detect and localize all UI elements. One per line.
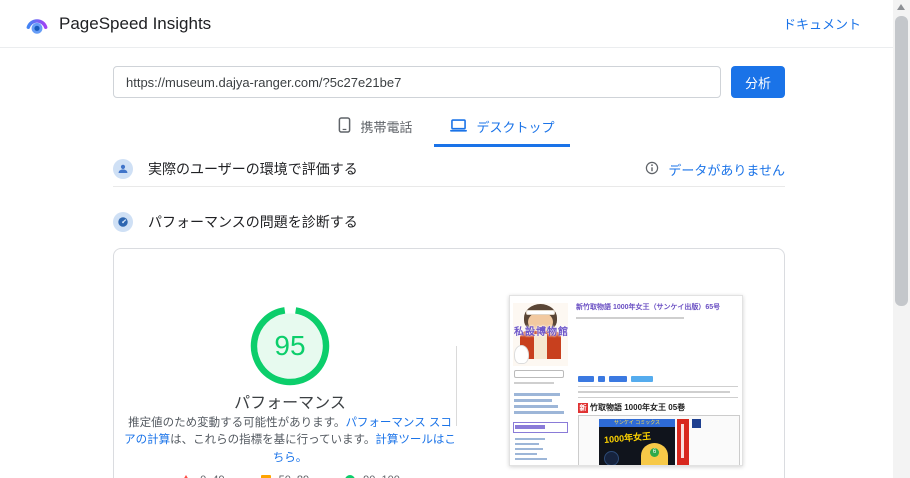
app-title: PageSpeed Insights — [59, 13, 212, 33]
no-data-link[interactable]: データがありません — [645, 160, 785, 179]
legend-good-range: 90–100 — [363, 474, 400, 478]
text-line — [514, 405, 558, 408]
desktop-icon — [449, 118, 468, 136]
real-users-icon — [113, 159, 133, 179]
comic-spine — [677, 419, 689, 465]
text-line — [515, 458, 547, 460]
text-line — [576, 317, 684, 319]
site-logo-text: 私設博物館 — [514, 327, 569, 338]
scroll-up-arrow[interactable] — [897, 4, 905, 10]
text-line — [515, 453, 537, 455]
legend-average: 50–89 — [260, 474, 310, 478]
article-heading-text: 竹取物語 1000年女王 05巻 — [590, 403, 686, 412]
divider-line — [578, 397, 738, 398]
site-search-box — [514, 370, 564, 378]
text-line — [515, 448, 543, 450]
info-icon — [645, 161, 659, 178]
performance-score-value: 95 — [274, 330, 306, 361]
performance-score-column: 95 パフォーマンス 推定値のため変動する可能性があります。パフォーマンス スコ… — [122, 306, 458, 478]
text-line — [514, 411, 564, 414]
comic-cover-frame: サンケイ コミックス 1000年女王 6 — [578, 415, 740, 465]
divider-line — [578, 386, 738, 387]
diagnose-section: パフォーマンスの問題を診断する — [113, 205, 785, 239]
cover-series-text: サンケイ コミックス — [599, 419, 675, 427]
social-share-buttons — [578, 376, 653, 382]
documentation-link[interactable]: ドキュメント — [783, 14, 861, 33]
text-line — [514, 393, 560, 396]
note-mid-text: は、これらの指標を基に行っています。 — [170, 434, 376, 447]
article-heading: 新 竹取物語 1000年女王 05巻 — [578, 402, 685, 413]
performance-note: 推定値のため変動する可能性があります。パフォーマンス スコアの計算は、これらの指… — [123, 415, 457, 467]
performance-report-card: 95 パフォーマンス 推定値のため変動する可能性があります。パフォーマンス スコ… — [113, 248, 785, 478]
note-text: 推定値のため変動する可能性があります。 — [128, 417, 346, 429]
performance-label: パフォーマンス — [234, 395, 346, 412]
app-header: PageSpeed Insights ドキュメント — [0, 0, 893, 48]
mobile-phone-icon — [338, 116, 351, 137]
legend-poor-range: 0–49 — [200, 474, 224, 478]
cover-corner-mark — [692, 419, 701, 428]
device-tabs: 携帯電話 デスクトップ — [0, 110, 893, 147]
tab-desktop-label: デスクトップ — [476, 120, 555, 135]
tab-desktop[interactable]: デスクトップ — [433, 110, 570, 147]
text-line — [514, 399, 552, 402]
url-input[interactable] — [113, 66, 721, 98]
diagnose-gauge-icon — [113, 212, 133, 232]
sidebar-menu-box — [513, 422, 568, 433]
url-analyze-row: 分析 — [113, 66, 785, 98]
section-divider — [113, 186, 785, 187]
analyze-button[interactable]: 分析 — [731, 66, 785, 98]
pagespeed-insights-page: PageSpeed Insights ドキュメント 分析 携帯電話 — [0, 0, 910, 478]
new-badge: 新 — [578, 402, 588, 413]
text-line — [515, 443, 539, 445]
legend-average-range: 50–89 — [279, 474, 310, 478]
no-data-label: データがありません — [668, 162, 785, 178]
field-data-section: 実際のユーザーの環境で評価する データがありません — [113, 152, 785, 186]
cover-volume-badge: 6 — [650, 448, 659, 457]
pagespeed-logo-icon — [24, 11, 50, 37]
comic-cover-image: サンケイ コミックス 1000年女王 6 — [599, 419, 675, 465]
legend-poor: 0–49 — [180, 474, 225, 478]
site-screenshot-thumbnail: 私設博物館 新竹取物語 1000年女王（サンケイ出版）65号 新 竹取物語 10… — [509, 295, 743, 466]
field-data-title: 実際のユーザーの環境で評価する — [148, 161, 358, 177]
card-vertical-divider — [456, 346, 457, 426]
legend-good: 90–100 — [345, 474, 400, 478]
performance-gauge: 95 — [250, 306, 330, 386]
page-scrollbar[interactable] — [893, 0, 910, 478]
site-post-title: 新竹取物語 1000年女王（サンケイ出版）65号 — [576, 304, 721, 311]
text-line — [578, 391, 730, 393]
text-line — [514, 382, 554, 384]
diagnose-title: パフォーマンスの問題を診断する — [148, 214, 358, 230]
tab-mobile-label: 携帯電話 — [360, 120, 413, 135]
score-legend: 0–49 50–89 90–100 — [180, 474, 400, 478]
cover-title-text: 1000年女王 — [603, 430, 652, 446]
tab-mobile[interactable]: 携帯電話 — [323, 110, 427, 147]
scrollbar-thumb[interactable] — [895, 16, 908, 306]
text-line — [515, 438, 545, 440]
